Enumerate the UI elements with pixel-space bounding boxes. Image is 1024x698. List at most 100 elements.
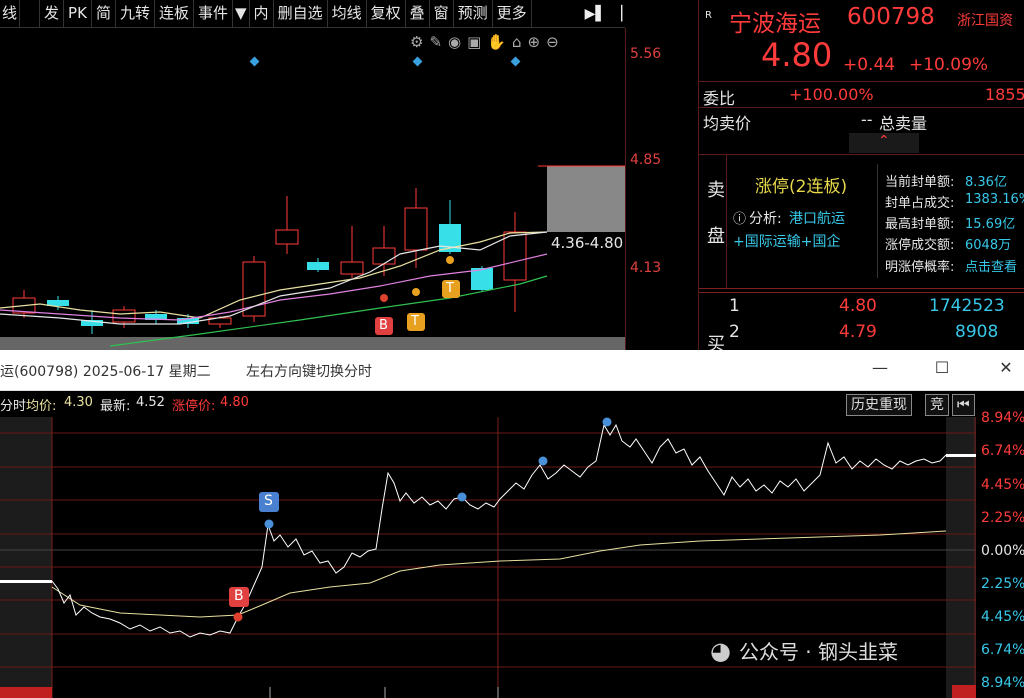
weibi-value: +100.00%: [789, 85, 874, 104]
toolbar-more[interactable]: 更多: [493, 0, 532, 27]
limit-label: 涨停价:: [172, 399, 216, 414]
buy-marker-label: B: [379, 318, 388, 333]
diamond-2: [412, 56, 423, 67]
seal-ratio: 1383.16%: [965, 192, 1024, 207]
toolbar-overlay[interactable]: 叠: [406, 0, 430, 27]
maximize-button[interactable]: ☐: [922, 358, 962, 382]
pen-icon[interactable]: ✎: [429, 33, 442, 51]
limit-volume-label: 涨停成交额:: [885, 238, 955, 253]
quote-panel: R 宁波海运 600798 浙江国资 4.80 +0.44 +10.09% 委比…: [698, 0, 1024, 355]
bid-volume-2: 8908: [955, 322, 999, 342]
candle-body-9: [307, 262, 329, 270]
avg-sell-label: 均卖价: [703, 114, 752, 133]
lock-icon[interactable]: ⌂: [512, 33, 522, 51]
bid-price-2: 4.79: [839, 322, 877, 342]
watermark-text: 公众号 · 钢头韭菜: [738, 640, 899, 664]
info-prefix: 分时: [0, 399, 27, 414]
auction-button[interactable]: 竞: [925, 394, 949, 416]
buy-dot: [380, 294, 388, 302]
latest-value: 4.52: [136, 395, 165, 410]
buy-point: [233, 612, 243, 622]
volume-red-left: [0, 687, 52, 698]
toolbar-pk[interactable]: PK: [64, 0, 92, 27]
zoom-in-icon[interactable]: ⊕: [528, 33, 541, 51]
toolbar-line[interactable]: 线: [0, 0, 21, 27]
total-sell-label: 总卖量: [879, 114, 928, 133]
collapse-icon[interactable]: ▕: [612, 6, 623, 22]
chart-tools: ⚙ ✎ ◉ ▣ ✋ ⌂ ⊕ ⊖: [410, 33, 559, 51]
volume-red-right: [952, 685, 976, 698]
candle-body-3: [112, 309, 136, 323]
candle-body-15: [503, 231, 527, 281]
pct-label-1: 8.94%: [981, 410, 1024, 426]
ma-line-yellow: [0, 231, 548, 319]
minimize-button[interactable]: —: [860, 358, 900, 382]
eye-icon[interactable]: ◉: [448, 33, 461, 51]
analysis-tags-2[interactable]: +国际运输+国企: [733, 231, 840, 251]
limit-up-status: 涨停(2连板): [755, 177, 848, 197]
chevron-up-icon: ⌃: [878, 133, 890, 149]
region-tag: 浙江国资: [957, 13, 1013, 29]
axis-label-mid: 4.85: [630, 152, 662, 168]
buy-marker-label-intra: B: [234, 588, 244, 604]
bid-level-1: 1: [729, 296, 740, 316]
weibi-right: 18557: [985, 85, 1024, 104]
candle-body-14: [471, 268, 493, 290]
pct-label-6: 2.25%: [981, 576, 1024, 592]
export-icon[interactable]: ▶▌: [585, 6, 607, 22]
intraday-grid: [0, 432, 976, 668]
history-replay-button[interactable]: 历史重现: [846, 394, 912, 416]
toolbar-adjust[interactable]: 复权: [367, 0, 406, 27]
toolbar-remove-watchlist[interactable]: 删自选: [274, 0, 328, 27]
toolbar-minute[interactable]: 分: [20, 0, 41, 27]
close-button[interactable]: ✕: [986, 358, 1024, 382]
pct-label-3: 4.45%: [981, 477, 1024, 493]
settings-icon[interactable]: ⚙: [410, 33, 423, 51]
toolbar-window[interactable]: 窗: [430, 0, 454, 27]
seal-ratio-label: 封单占成交:: [885, 196, 955, 211]
avg-label: 均价:: [26, 399, 57, 414]
avg-sell-value: --: [861, 110, 873, 129]
toolbar-events[interactable]: 事件: [194, 0, 233, 27]
t-dot-2: [446, 256, 454, 264]
collapse-tab[interactable]: ⌃: [849, 133, 919, 153]
toolbar-dropdown[interactable]: ▼: [233, 0, 250, 27]
price-change: +0.44: [843, 55, 896, 75]
candle-body-10: [340, 261, 364, 275]
hand-icon[interactable]: ✋: [487, 33, 506, 51]
event-diamonds: [249, 56, 521, 67]
bid-volume-1: 1742523: [929, 296, 1005, 316]
candle-body-11: [372, 247, 396, 265]
avg-value: 4.30: [64, 395, 93, 410]
diamond-3: [510, 56, 521, 67]
pct-label-9: 8.94%: [981, 675, 1024, 691]
trash-icon[interactable]: ▣: [467, 33, 481, 51]
analysis-prefix: 分析:: [749, 211, 782, 227]
stock-code: 600798: [847, 4, 935, 30]
prob-value[interactable]: 点击查看: [965, 256, 1017, 275]
analysis-divider: [877, 164, 878, 278]
analysis-tags[interactable]: 港口航运: [789, 208, 845, 228]
limit-volume: 6048万: [965, 238, 1012, 253]
toolbar-simple[interactable]: 简: [92, 0, 116, 27]
sell-side-divider: [726, 154, 727, 288]
toolbar-fa[interactable]: 发: [40, 0, 65, 27]
toolbar-forecast[interactable]: 预测: [454, 0, 493, 27]
candle-body-12: [404, 207, 428, 251]
pct-label-7: 4.45%: [981, 609, 1024, 625]
window-hint: 左右方向键切换分时: [246, 364, 372, 380]
pct-label-8: 6.74%: [981, 642, 1024, 658]
toolbar-ma[interactable]: 均线: [328, 0, 367, 27]
toolbar-inner[interactable]: 内: [250, 0, 274, 27]
wechat-icon: ◕: [710, 636, 731, 665]
candle-body-8: [275, 229, 299, 245]
back-to-start-icon[interactable]: ⏮: [952, 394, 975, 416]
intraday-window-titlebar: 运(600798) 2025-06-17 星期二 左右方向键切换分时 — ☐ ✕: [0, 350, 1024, 391]
axis-label-low: 4.13: [630, 260, 662, 276]
seal-amount-label: 当前封单额:: [885, 175, 955, 190]
bid-level-2: 2: [729, 322, 740, 342]
last-price: 4.80: [761, 36, 833, 74]
toolbar-consecutive[interactable]: 连板: [155, 0, 194, 27]
zoom-out-icon[interactable]: ⊖: [546, 33, 559, 51]
toolbar-nine-turn[interactable]: 九转: [116, 0, 155, 27]
